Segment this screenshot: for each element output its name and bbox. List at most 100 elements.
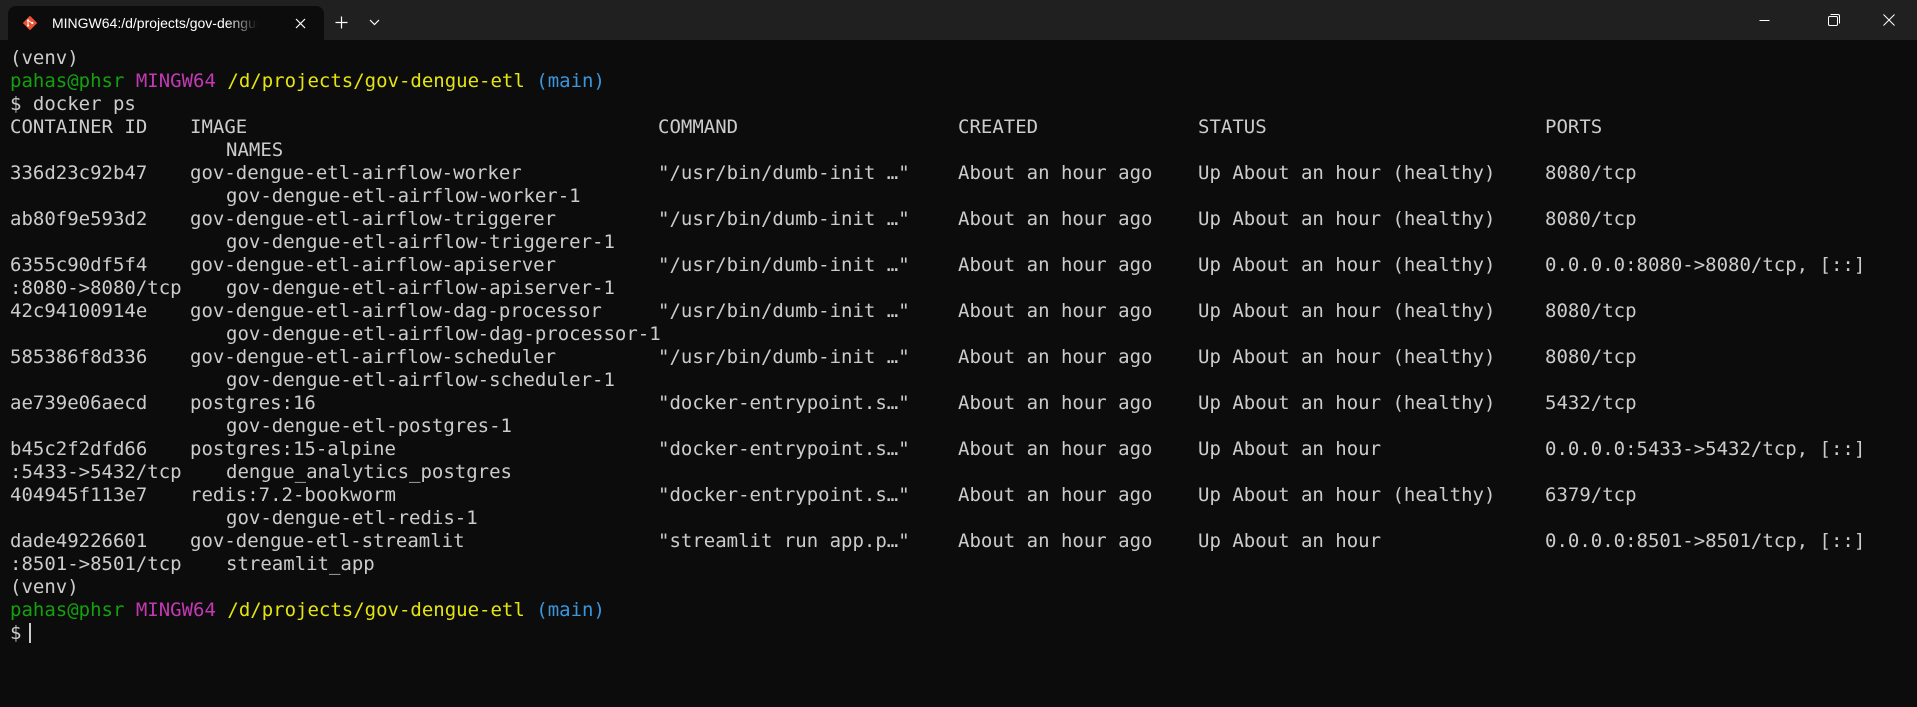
ports-cell: 5432/tcp: [1545, 392, 1637, 414]
table-row: ab80f9e593d2 gov-dengue-etl-airflow-trigg…: [10, 208, 1907, 231]
prompt-user: pahas@phsr: [10, 70, 125, 92]
image-cell: gov-dengue-etl-streamlit: [190, 530, 465, 552]
venv-line: (venv): [10, 47, 79, 69]
input-line[interactable]: $: [10, 622, 1907, 645]
prompt-symbol: $: [10, 622, 22, 644]
created-cell: About an hour ago: [958, 438, 1153, 460]
ports-cell: 8080/tcp: [1545, 208, 1637, 230]
created-cell: About an hour ago: [958, 392, 1153, 414]
names-cell: streamlit_app: [226, 553, 375, 575]
ports-cell: 0.0.0.0:5433->5432/tcp, [::]: [1545, 438, 1866, 460]
table-row-names: :8080->8080/tcp gov-dengue-etl-airflow-ap…: [10, 277, 1907, 300]
image-cell: postgres:16: [190, 392, 316, 414]
container-id-cell: 6355c90df5f4: [10, 254, 148, 276]
minimize-button[interactable]: [1736, 0, 1792, 40]
restore-icon: [1828, 14, 1840, 26]
table-row-names: gov-dengue-etl-airflow-dag-processor-1: [10, 323, 1907, 346]
chevron-down-icon: [369, 19, 379, 25]
table-row-names: gov-dengue-etl-airflow-worker-1: [10, 185, 1907, 208]
maximize-button[interactable]: [1806, 0, 1862, 40]
plus-icon: [335, 16, 347, 28]
table-row-names: gov-dengue-etl-airflow-triggerer-1: [10, 231, 1907, 254]
prompt-branch: (main): [536, 70, 605, 92]
command-cell: "docker-entrypoint.s…": [658, 392, 910, 414]
names-cell: gov-dengue-etl-redis-1: [226, 507, 478, 529]
table-row-names: :5433->5432/tcp dengue_analytics_postgres: [10, 461, 1907, 484]
status-cell: Up About an hour (healthy): [1198, 392, 1496, 414]
image-cell: gov-dengue-etl-airflow-worker: [190, 162, 522, 184]
prompt-line: pahas@phsr MINGW64 /d/projects/gov-dengu…: [10, 70, 1907, 93]
created-cell: About an hour ago: [958, 300, 1153, 322]
prompt-path: /d/projects/gov-dengue-etl: [227, 599, 525, 621]
image-cell: gov-dengue-etl-airflow-dag-processor: [190, 300, 602, 322]
title-bar[interactable]: MINGW64:/d/projects/gov-dengue-etl: [0, 0, 1917, 40]
ports-cell: 8080/tcp: [1545, 300, 1637, 322]
created-cell: About an hour ago: [958, 254, 1153, 276]
status-cell: Up About an hour (healthy): [1198, 162, 1496, 184]
table-row: b45c2f2dfd66 postgres:15-alpine "docker-en…: [10, 438, 1907, 461]
table-header-names: NAMES: [10, 139, 1907, 162]
command-cell: "/usr/bin/dumb-init …": [658, 300, 910, 322]
container-id-cell: ab80f9e593d2: [10, 208, 148, 230]
image-cell: redis:7.2-bookworm: [190, 484, 396, 506]
names-cell: gov-dengue-etl-airflow-dag-processor-1: [226, 323, 661, 345]
header-command: COMMAND: [658, 116, 739, 138]
names-cell: gov-dengue-etl-airflow-worker-1: [226, 185, 581, 207]
status-cell: Up About an hour (healthy): [1198, 484, 1496, 506]
venv-line-2: (venv): [10, 576, 79, 598]
container-id-cell: ae739e06aecd: [10, 392, 148, 414]
ports-cell: 6379/tcp: [1545, 484, 1637, 506]
table-row-names: gov-dengue-etl-redis-1: [10, 507, 1907, 530]
active-tab[interactable]: MINGW64:/d/projects/gov-dengue-etl: [8, 6, 324, 40]
ports-cell: 8080/tcp: [1545, 162, 1637, 184]
table-row-names: :8501->8501/tcp streamlit_app: [10, 553, 1907, 576]
table-row: 42c94100914e gov-dengue-etl-airflow-dag-p…: [10, 300, 1907, 323]
close-window-button[interactable]: [1861, 0, 1917, 40]
container-id-cell: 336d23c92b47: [10, 162, 148, 184]
command-cell: "docker-entrypoint.s…": [658, 438, 910, 460]
command-cell: "/usr/bin/dumb-init …": [658, 208, 910, 230]
header-ports: PORTS: [1545, 116, 1603, 138]
created-cell: About an hour ago: [958, 346, 1153, 368]
terminal-output[interactable]: (venv) pahas@phsr MINGW64 /d/projects/go…: [10, 47, 1907, 697]
prompt-user: pahas@phsr: [10, 599, 125, 621]
container-id-cell: 404945f113e7: [10, 484, 148, 506]
table-row: 336d23c92b47 gov-dengue-etl-airflow-worke…: [10, 162, 1907, 185]
status-cell: Up About an hour: [1198, 530, 1382, 552]
status-cell: Up About an hour (healthy): [1198, 346, 1496, 368]
close-icon: [295, 18, 305, 28]
command-line: $ docker ps: [10, 93, 1907, 116]
terminal-window: MINGW64:/d/projects/gov-dengue-etl: [0, 0, 1917, 707]
minimize-icon: [1759, 19, 1769, 21]
container-id-cell: 585386f8d336: [10, 346, 148, 368]
image-cell: gov-dengue-etl-airflow-apiserver: [190, 254, 557, 276]
ports-cell-wrap: :5433->5432/tcp: [10, 461, 182, 483]
ports-cell: 0.0.0.0:8080->8080/tcp, [::]: [1545, 254, 1866, 276]
header-names: NAMES: [226, 139, 284, 161]
header-created: CREATED: [958, 116, 1039, 138]
prompt-line-2: pahas@phsr MINGW64 /d/projects/gov-dengu…: [10, 599, 1907, 622]
tab-dropdown-button[interactable]: [358, 8, 390, 36]
prompt-branch: (main): [536, 599, 605, 621]
names-cell: gov-dengue-etl-airflow-triggerer-1: [226, 231, 615, 253]
command-cell: "/usr/bin/dumb-init …": [658, 254, 910, 276]
tab-close-button[interactable]: [290, 13, 310, 33]
table-header: CONTAINER ID IMAGE COMMAND CREATED STATUS POR…: [10, 116, 1907, 139]
status-cell: Up About an hour: [1198, 438, 1382, 460]
header-image: IMAGE: [190, 116, 248, 138]
image-cell: postgres:15-alpine: [190, 438, 396, 460]
status-cell: Up About an hour (healthy): [1198, 300, 1496, 322]
new-tab-button[interactable]: [324, 8, 358, 36]
names-cell: gov-dengue-etl-postgres-1: [226, 415, 512, 437]
text-cursor: [29, 623, 32, 643]
image-cell: gov-dengue-etl-airflow-scheduler: [190, 346, 557, 368]
names-cell: gov-dengue-etl-airflow-scheduler-1: [226, 369, 615, 391]
container-id-cell: b45c2f2dfd66: [10, 438, 148, 460]
ports-cell: 8080/tcp: [1545, 346, 1637, 368]
table-row: dade49226601 gov-dengue-etl-streamlit "str…: [10, 530, 1907, 553]
prompt-symbol: $: [10, 93, 22, 115]
created-cell: About an hour ago: [958, 162, 1153, 184]
table-row: 585386f8d336 gov-dengue-etl-airflow-sched…: [10, 346, 1907, 369]
created-cell: About an hour ago: [958, 484, 1153, 506]
status-cell: Up About an hour (healthy): [1198, 254, 1496, 276]
